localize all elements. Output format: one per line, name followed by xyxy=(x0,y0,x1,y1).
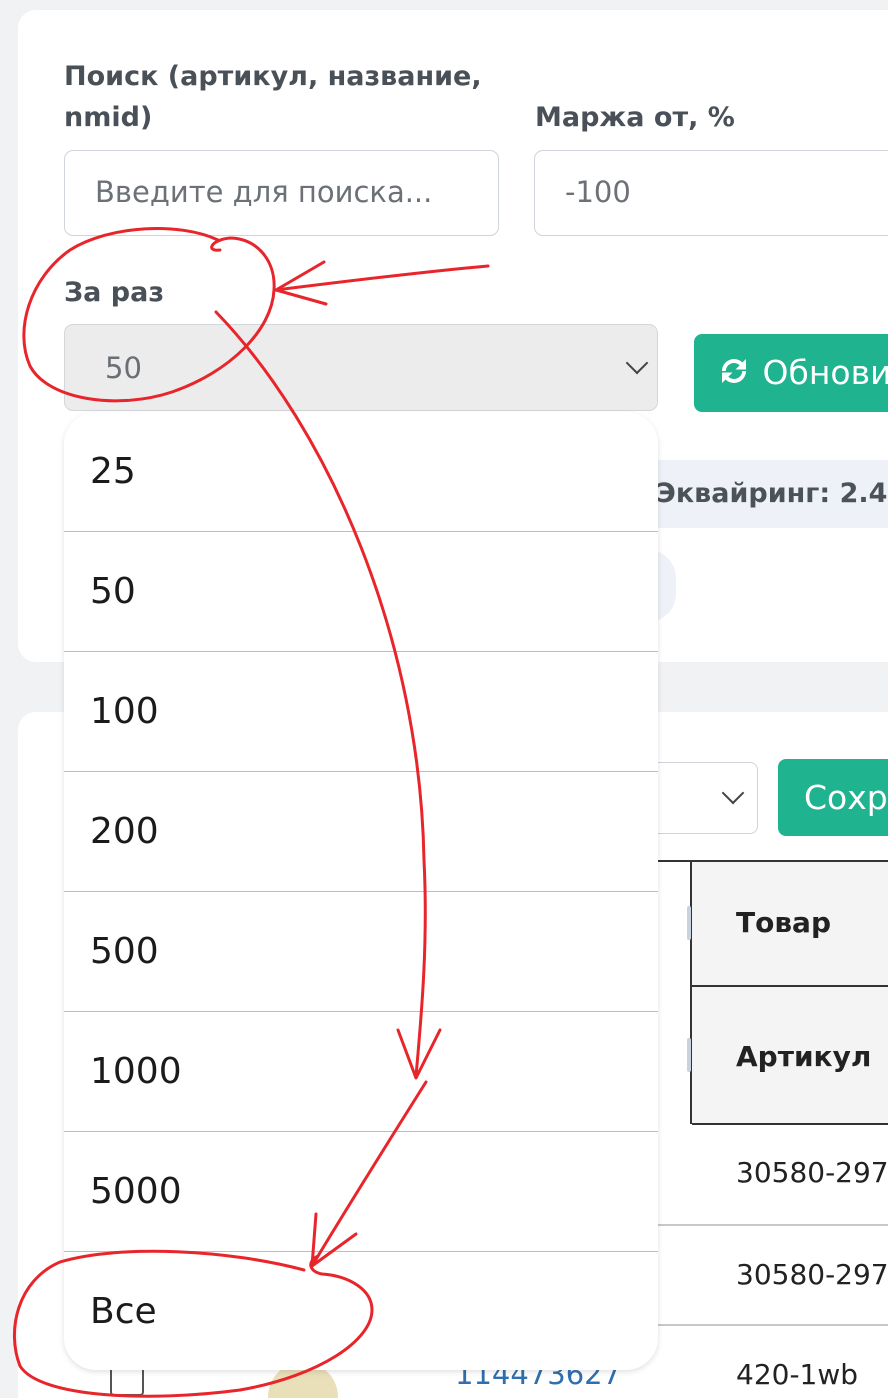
table-header-divider xyxy=(692,985,888,987)
column-header-product[interactable]: Товар xyxy=(736,906,831,939)
dropdown-option-100[interactable]: 100 xyxy=(64,652,658,772)
dropdown-option-25[interactable]: 25 xyxy=(64,412,658,532)
page: Поиск (артикул, название, nmid) Введите … xyxy=(0,0,888,1398)
per-page-select[interactable]: 50 xyxy=(64,324,658,411)
column-resize-handle[interactable] xyxy=(687,906,691,940)
save-button[interactable]: Сохра xyxy=(778,759,888,836)
column-header-article[interactable]: Артикул xyxy=(736,1040,871,1073)
dropdown-option-500[interactable]: 500 xyxy=(64,892,658,1012)
per-page-selected-value: 50 xyxy=(105,351,142,385)
table-cell-article: 30580-297 xyxy=(736,1258,888,1291)
per-page-label: За раз xyxy=(64,277,165,308)
dropdown-option-50[interactable]: 50 xyxy=(64,532,658,652)
search-input[interactable]: Введите для поиска... xyxy=(64,150,499,236)
dropdown-option-1000[interactable]: 1000 xyxy=(64,1012,658,1132)
column-resize-handle[interactable] xyxy=(687,1038,691,1072)
refresh-icon xyxy=(722,359,746,383)
acquiring-info: Эквайринг: 2.4% xyxy=(640,460,888,528)
table-cell-article: 30580-297 xyxy=(736,1156,888,1189)
search-label: Поиск (артикул, название, nmid) xyxy=(64,61,482,133)
table-cell-article: 420-1wb xyxy=(736,1358,859,1391)
margin-label: Маржа от, % xyxy=(535,102,735,133)
dropdown-option-all[interactable]: Все xyxy=(64,1252,658,1370)
refresh-button-label: Обнови xyxy=(762,353,888,392)
dropdown-option-5000[interactable]: 5000 xyxy=(64,1132,658,1252)
dropdown-option-200[interactable]: 200 xyxy=(64,772,658,892)
table-header-bg xyxy=(692,862,888,1124)
margin-input[interactable]: -100 xyxy=(534,150,888,236)
table-column-divider xyxy=(690,862,692,1124)
table-header-divider xyxy=(692,1123,888,1125)
chevron-down-icon xyxy=(625,351,649,375)
refresh-button[interactable]: Обнови xyxy=(694,334,888,412)
chevron-down-icon xyxy=(721,781,745,805)
per-page-dropdown: 25 50 100 200 500 1000 5000 Все xyxy=(64,412,658,1370)
